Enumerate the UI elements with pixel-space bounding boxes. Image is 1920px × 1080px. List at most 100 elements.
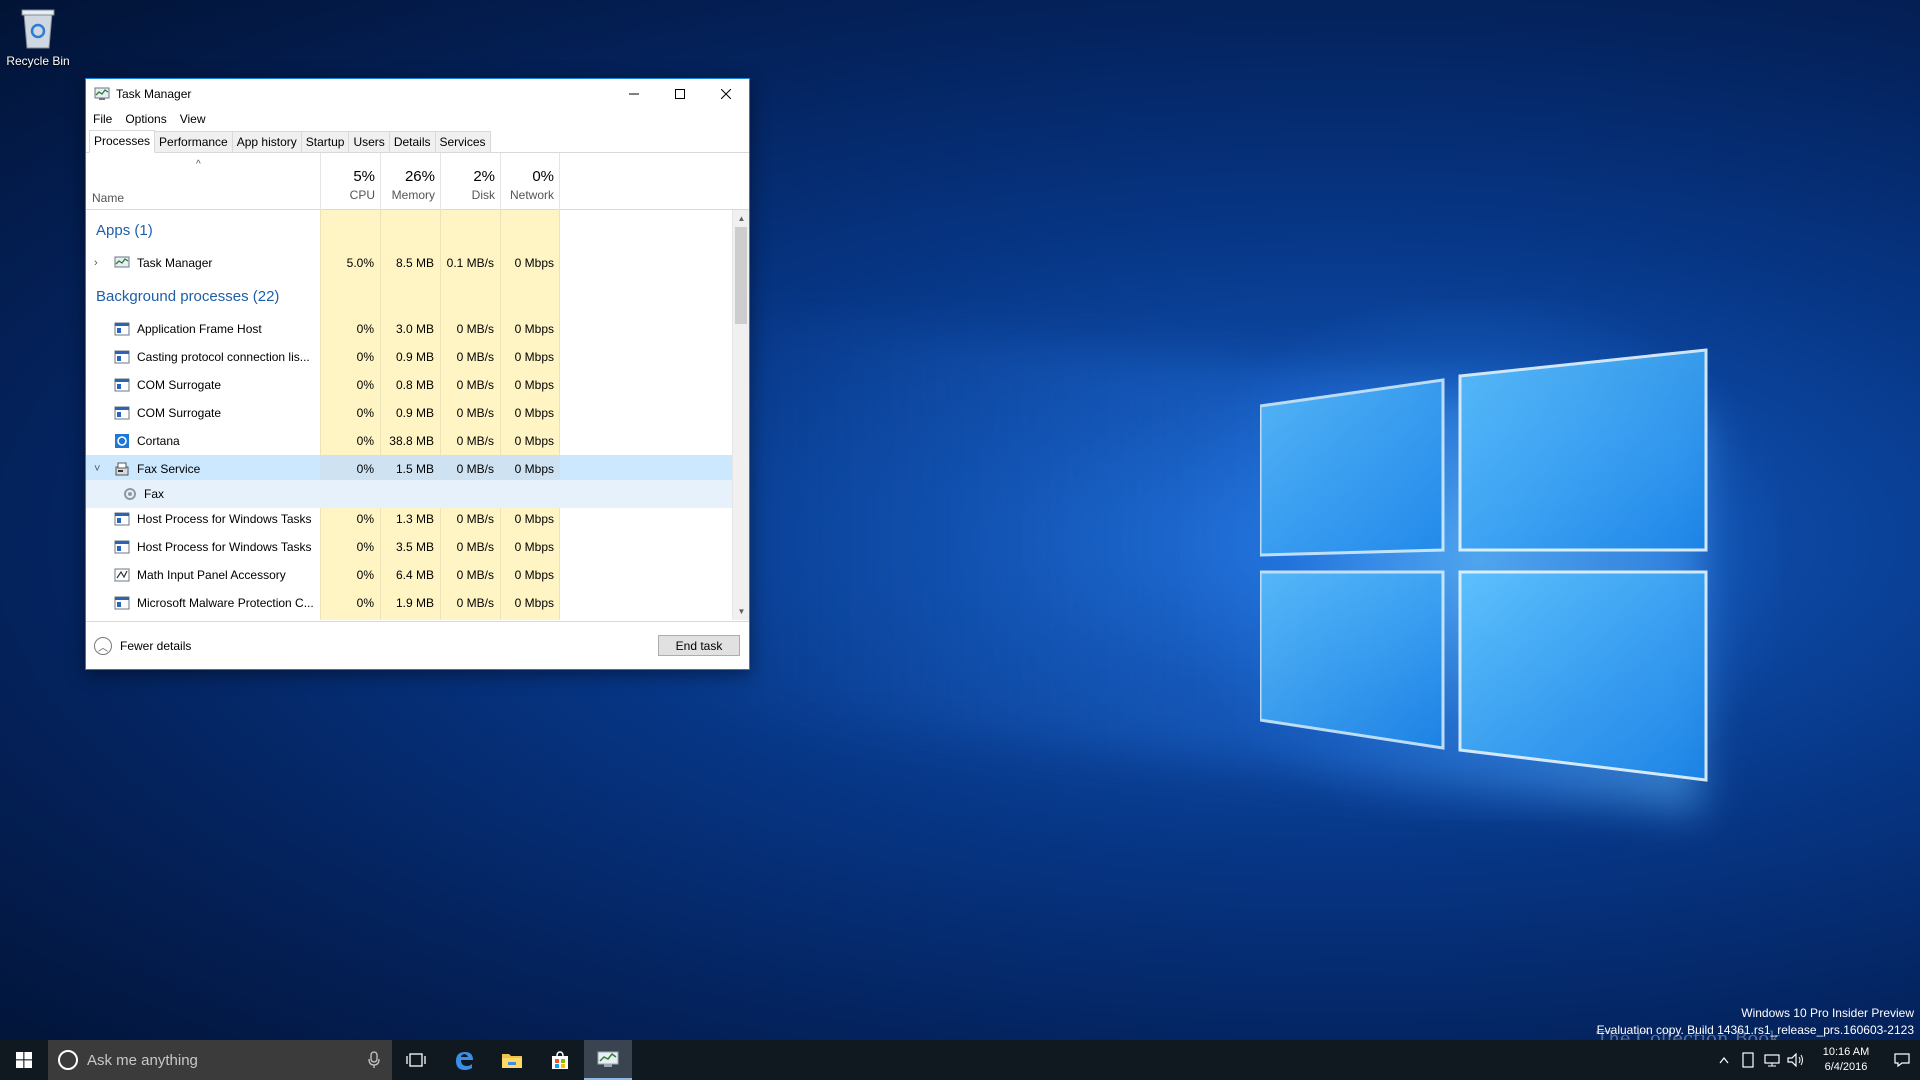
process-memory-cell: 38.8 MB — [389, 434, 434, 448]
column-header-network[interactable]: 0% Network — [500, 153, 560, 210]
process-disk-cell: 0 MB/s — [456, 568, 494, 582]
process-row[interactable]: › Task Manager 5.0% 8.5 MB 0.1 MB/s 0 Mbps — [86, 249, 736, 277]
process-network-cell: 0 Mbps — [514, 462, 554, 476]
network-tray-button[interactable] — [1760, 1053, 1784, 1067]
tab-app-history[interactable]: App history — [231, 131, 302, 152]
device-icon — [1742, 1052, 1754, 1068]
footer-bar: ︿ Fewer details End task — [86, 621, 749, 669]
process-network-cell: 0 Mbps — [514, 568, 554, 582]
process-memory-cell: 1.5 MB — [395, 462, 434, 476]
desktop-icon-recycle-bin[interactable]: Recycle Bin — [2, 6, 74, 68]
process-cpu-cell: 0% — [356, 350, 374, 364]
process-network-cell: 0 Mbps — [514, 512, 554, 526]
column-header-disk[interactable]: 2% Disk — [440, 153, 500, 210]
scroll-thumb[interactable] — [735, 227, 747, 324]
menu-view[interactable]: View — [180, 112, 206, 126]
process-row[interactable]: Casting protocol connection lis... 0% 0.9 … — [86, 343, 736, 371]
process-child-row[interactable]: Fax — [86, 480, 736, 508]
cpu-total: 5% — [353, 168, 375, 185]
tab-services[interactable]: Services — [434, 131, 491, 152]
process-cpu-cell: 0% — [356, 434, 374, 448]
tab-startup[interactable]: Startup — [300, 131, 350, 152]
column-header-memory[interactable]: 26% Memory — [380, 153, 440, 210]
process-row[interactable]: Microsoft Malware Protection C... 0% 1.9 M… — [86, 589, 736, 617]
tab-details[interactable]: Details — [388, 131, 436, 152]
cortana-search-box[interactable]: Ask me anything — [48, 1040, 392, 1080]
process-row[interactable]: Math Input Panel Accessory 0% 6.4 MB 0 MB/s… — [86, 561, 736, 589]
task-manager-icon — [114, 256, 130, 268]
chevron-right-icon[interactable]: › — [94, 257, 98, 269]
process-row[interactable]: Host Process for Windows Tasks 0% 3.5 MB 0 … — [86, 533, 736, 561]
service-window-icon — [114, 350, 130, 364]
fewer-details-link[interactable]: ︿ Fewer details — [94, 637, 191, 655]
start-button[interactable] — [0, 1040, 48, 1080]
task-manager-taskbar-button[interactable] — [584, 1040, 632, 1080]
service-window-icon — [114, 540, 130, 554]
tab-performance[interactable]: Performance — [154, 131, 233, 152]
minimize-button[interactable] — [611, 79, 657, 109]
system-tray: 10:16 AM 6/4/2016 — [1712, 1040, 1920, 1080]
tab-processes[interactable]: Processes — [89, 130, 156, 153]
process-row[interactable]: ˅ Fax Service 0% 1.5 MB 0 MB/s 0 Mbps — [86, 455, 736, 483]
notification-icon — [1894, 1053, 1910, 1067]
task-view-button[interactable] — [392, 1040, 440, 1080]
chevron-up-icon — [1719, 1057, 1729, 1064]
microphone-icon[interactable] — [368, 1051, 380, 1069]
process-memory-cell: 0.9 MB — [395, 350, 434, 364]
windows-logo-wallpaper — [1260, 348, 1708, 782]
process-row[interactable]: COM Surrogate 0% 0.9 MB 0 MB/s 0 Mbps — [86, 399, 736, 427]
disk-total: 2% — [473, 168, 495, 185]
edge-icon — [456, 1052, 473, 1070]
process-row[interactable]: Host Process for Windows Tasks 0% 1.3 MB 0 … — [86, 505, 736, 533]
process-network-cell: 0 Mbps — [514, 256, 554, 270]
service-window-icon — [114, 596, 130, 610]
process-network-cell: 0 Mbps — [514, 378, 554, 392]
task-manager-window[interactable]: Task Manager File Options View Processes… — [85, 78, 750, 670]
sort-ascending-icon: ^ — [196, 159, 201, 170]
task-manager-icon — [597, 1051, 619, 1067]
tablet-mode-indicator[interactable] — [1736, 1052, 1760, 1068]
process-row[interactable]: Cortana 0% 38.8 MB 0 MB/s 0 Mbps — [86, 427, 736, 455]
process-memory-cell: 3.5 MB — [395, 540, 434, 554]
process-cpu-cell: 0% — [356, 406, 374, 420]
title-bar[interactable]: Task Manager — [86, 79, 749, 109]
scroll-up-arrow-icon[interactable]: ▲ — [733, 210, 749, 227]
close-button[interactable] — [703, 79, 749, 109]
group-title-background: Background processes (22) — [96, 288, 280, 305]
show-hidden-icons-button[interactable] — [1712, 1056, 1736, 1064]
windows-start-icon — [16, 1052, 32, 1068]
action-center-button[interactable] — [1884, 1053, 1920, 1067]
menu-file[interactable]: File — [93, 112, 112, 126]
process-list[interactable]: Apps (1) › Task Manager 5.0% 8.5 MB 0.1 MB/s 0… — [86, 210, 749, 620]
task-view-icon — [406, 1053, 426, 1067]
process-name: Casting protocol connection lis... — [137, 350, 310, 364]
column-header-cpu[interactable]: 5% CPU — [320, 153, 380, 210]
menu-options[interactable]: Options — [125, 112, 166, 126]
taskbar: Ask me anything 10:16 AM 6/4/2016 — [0, 1040, 1920, 1080]
end-task-button[interactable]: End task — [658, 635, 740, 656]
process-disk-cell: 0 MB/s — [456, 540, 494, 554]
column-header-name[interactable]: Name — [92, 191, 124, 205]
tab-users[interactable]: Users — [348, 131, 390, 152]
process-network-cell: 0 Mbps — [514, 350, 554, 364]
chevron-down-icon[interactable]: ˅ — [94, 463, 100, 475]
network-label: Network — [509, 188, 554, 202]
edge-taskbar-button[interactable] — [440, 1040, 488, 1080]
speaker-icon — [1787, 1053, 1803, 1067]
volume-tray-button[interactable] — [1784, 1053, 1808, 1067]
network-total: 0% — [532, 168, 554, 185]
clock[interactable]: 10:16 AM 6/4/2016 — [1808, 1045, 1884, 1075]
process-name: Fax Service — [137, 462, 201, 476]
maximize-button[interactable] — [657, 79, 703, 109]
memory-label: Memory — [391, 188, 435, 202]
gear-icon — [124, 488, 136, 500]
store-taskbar-button[interactable] — [536, 1040, 584, 1080]
scroll-down-arrow-icon[interactable]: ▼ — [733, 603, 749, 620]
chevron-up-icon: ︿ — [94, 637, 112, 655]
maximize-icon — [675, 89, 685, 99]
process-row[interactable]: COM Surrogate 0% 0.8 MB 0 MB/s 0 Mbps — [86, 371, 736, 399]
clock-time: 10:16 AM — [1822, 1046, 1870, 1058]
vertical-scrollbar[interactable]: ▲ ▼ — [732, 210, 749, 620]
file-explorer-taskbar-button[interactable] — [488, 1040, 536, 1080]
process-row[interactable]: Application Frame Host 0% 3.0 MB 0 MB/s 0 Mb… — [86, 315, 736, 343]
